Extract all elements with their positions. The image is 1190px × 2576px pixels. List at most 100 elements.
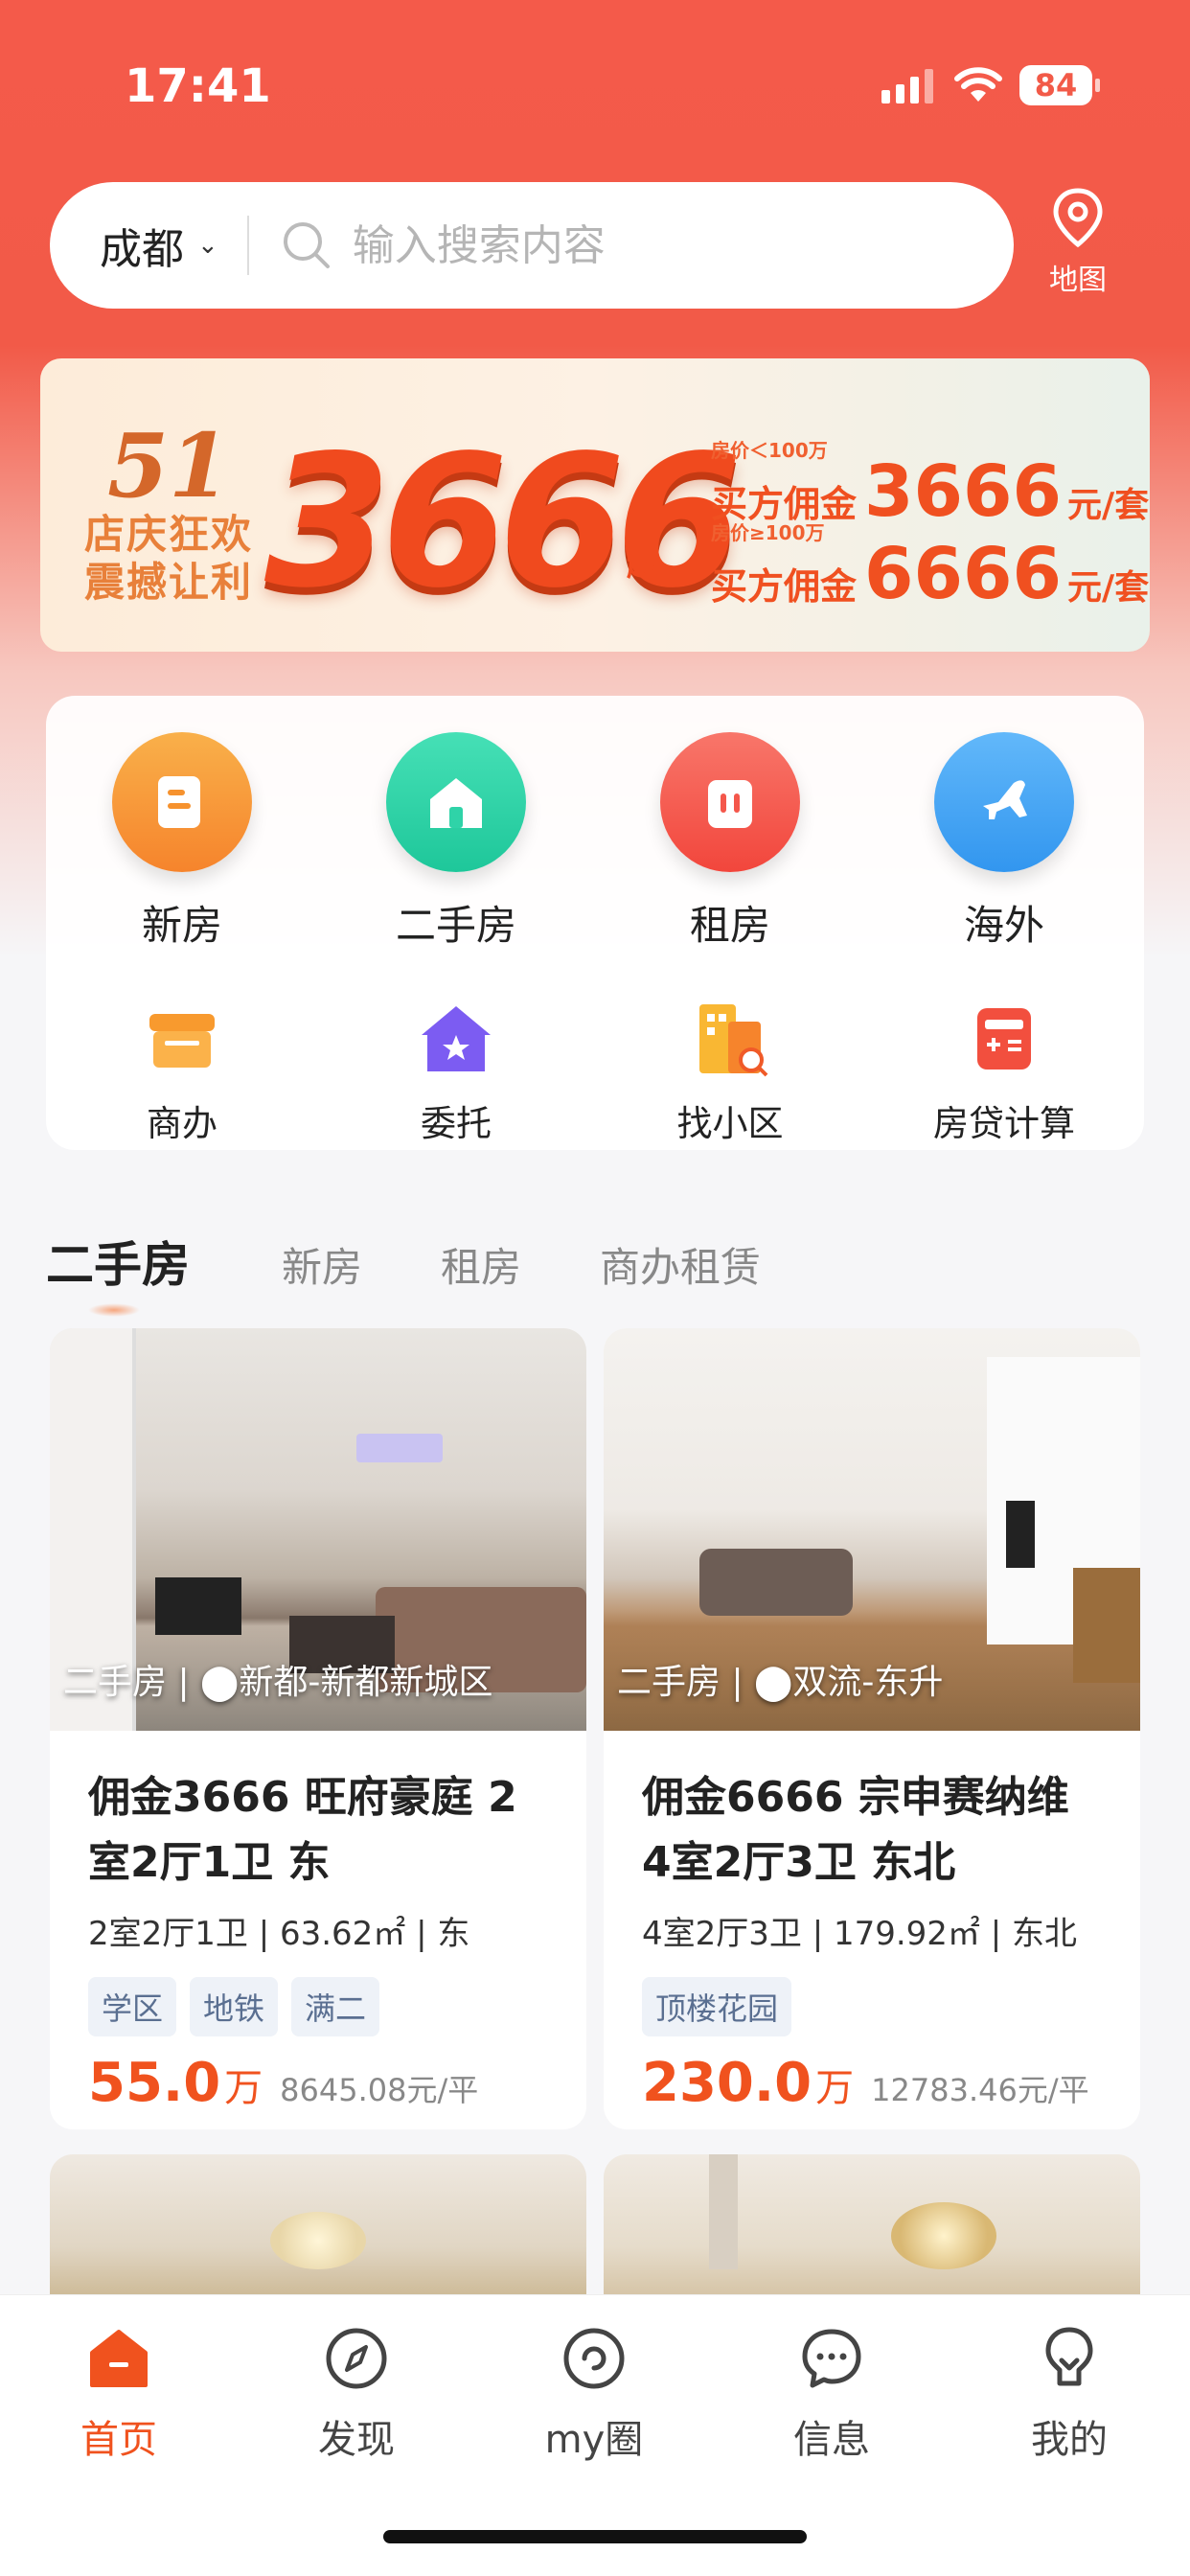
nav-label: 我的 bbox=[1031, 2418, 1108, 2462]
nav-discover[interactable]: 发现 bbox=[261, 2324, 452, 2464]
profile-icon bbox=[1045, 2327, 1093, 2386]
signal-icon bbox=[881, 67, 933, 104]
service-label: 委托 bbox=[421, 1103, 492, 1144]
tab-underline bbox=[88, 1303, 140, 1317]
building-search-icon bbox=[699, 1004, 768, 1077]
wifi-icon bbox=[954, 67, 1002, 102]
nav-label: 发现 bbox=[318, 2418, 395, 2462]
search-icon bbox=[283, 222, 330, 268]
map-button[interactable]: 地图 bbox=[1040, 187, 1116, 298]
services-card: 新房 二手房 租房 海外 商办 委托 找小区 房贷计算 bbox=[46, 696, 1144, 1150]
listing-type: 二手房 bbox=[617, 1663, 721, 1702]
status-time: 17:41 bbox=[125, 59, 271, 113]
house-icon bbox=[386, 732, 526, 872]
offer-label: 买方佣金 bbox=[711, 565, 858, 608]
map-label: 地图 bbox=[1049, 264, 1107, 297]
status-bar: 17:41 84 bbox=[0, 0, 1190, 172]
service-label: 商办 bbox=[147, 1103, 217, 1144]
service-new-home[interactable]: 新房 bbox=[86, 732, 278, 952]
listing-title: 佣金6666 宗申赛纳维 4室2厅3卫 东北 bbox=[642, 1773, 1069, 1887]
listing-price: 230.0 bbox=[642, 2052, 812, 2114]
listing-caption: 二手房 | ⬤新都-新都新城区 bbox=[63, 1663, 493, 1702]
search-input[interactable] bbox=[352, 220, 832, 270]
listing-price-row: 230.0 万 12783.46元/平 bbox=[642, 2052, 1102, 2114]
tab-commercial-lease[interactable]: 商办租赁 bbox=[600, 1235, 761, 1294]
tab-second-hand[interactable]: 二手房 bbox=[46, 1227, 190, 1317]
listing-photo-next[interactable] bbox=[50, 2154, 586, 2308]
offer-amount: 3666 bbox=[864, 450, 1062, 533]
listing-tags: 顶楼花园 bbox=[642, 1977, 1102, 2036]
offer-note: 房价＜100万 bbox=[711, 439, 828, 462]
compass-icon bbox=[326, 2328, 387, 2389]
listing-tag: 学区 bbox=[88, 1977, 177, 2036]
listing-meta: 4室2厅3卫 | 179.92㎡ | 东北 bbox=[642, 1915, 1078, 1953]
listing-price-unit: 万 bbox=[224, 2066, 263, 2110]
home-icon bbox=[90, 2330, 148, 2387]
nav-my-circle[interactable]: my圈 bbox=[498, 2324, 690, 2464]
service-label: 二手房 bbox=[395, 902, 516, 949]
service-overseas[interactable]: 海外 bbox=[908, 732, 1100, 952]
banner-big-price: 3666 bbox=[264, 416, 743, 628]
banner-qi: 起 bbox=[627, 546, 658, 583]
service-find-community[interactable]: 找小区 bbox=[615, 999, 845, 1146]
battery-icon: 84 bbox=[1019, 65, 1100, 105]
circle-icon bbox=[563, 2328, 625, 2389]
map-pin-icon bbox=[1053, 188, 1103, 248]
service-entrust[interactable]: 委托 bbox=[341, 999, 571, 1146]
nav-profile[interactable]: 我的 bbox=[973, 2324, 1165, 2464]
listing-price-row: 55.0 万 8645.08元/平 bbox=[88, 2052, 548, 2114]
banner-offer-1: 房价＜100万 买方佣金 3666 元/套 bbox=[711, 439, 1149, 533]
city-label: 成都 bbox=[100, 225, 184, 274]
chevron-down-icon: ⌄ bbox=[197, 231, 218, 260]
location-pin-icon: ⬤ bbox=[200, 1663, 240, 1702]
listing-tags: 学区 地铁 满二 bbox=[88, 1977, 548, 2036]
listing-title: 佣金3666 旺府豪庭 2室2厅1卫 东 bbox=[88, 1773, 517, 1887]
nav-label: 首页 bbox=[80, 2418, 157, 2462]
location-pin-icon: ⬤ bbox=[754, 1663, 793, 1702]
document-icon bbox=[112, 732, 252, 872]
service-label: 房贷计算 bbox=[933, 1103, 1075, 1144]
promo-banner[interactable]: 51 店庆狂欢 震撼让利 3666 起 房价＜100万 买方佣金 3666 元/… bbox=[40, 358, 1150, 652]
nav-messages[interactable]: 信息 bbox=[736, 2324, 927, 2464]
banner-tagline-2: 震撼让利 bbox=[84, 559, 254, 606]
shop-icon bbox=[149, 1014, 215, 1068]
suitcase-icon bbox=[660, 732, 800, 872]
nav-home[interactable]: 首页 bbox=[23, 2324, 215, 2464]
message-icon bbox=[802, 2329, 861, 2388]
listing-tag: 满二 bbox=[291, 1977, 380, 2036]
listing-photo-next[interactable] bbox=[604, 2154, 1140, 2308]
offer-unit: 元/套 bbox=[1066, 568, 1150, 608]
listing-photo: 二手房 | ⬤双流-东升 bbox=[604, 1328, 1140, 1731]
search-bar: 成都 ⌄ bbox=[50, 182, 1014, 309]
listing-unit-price: 12783.46元/平 bbox=[871, 2072, 1089, 2108]
city-selector[interactable]: 成都 ⌄ bbox=[100, 215, 218, 276]
nav-label: 信息 bbox=[793, 2418, 870, 2462]
service-second-hand[interactable]: 二手房 bbox=[360, 732, 552, 952]
listing-card[interactable]: 二手房 | ⬤新都-新都新城区 佣金3666 旺府豪庭 2室2厅1卫 东 2室2… bbox=[50, 1328, 586, 2129]
listing-price-unit: 万 bbox=[815, 2066, 855, 2110]
listing-location: 新都-新都新城区 bbox=[239, 1663, 493, 1702]
listing-card[interactable]: 二手房 | ⬤双流-东升 佣金6666 宗申赛纳维 4室2厅3卫 东北 4室2厅… bbox=[604, 1328, 1140, 2129]
listing-tabs: 二手房 新房 租房 商办租赁 bbox=[46, 1227, 839, 1317]
listing-price: 55.0 bbox=[88, 2052, 221, 2114]
service-rent[interactable]: 租房 bbox=[634, 732, 826, 952]
nav-label: my圈 bbox=[544, 2418, 644, 2462]
listing-photo: 二手房 | ⬤新都-新都新城区 bbox=[50, 1328, 586, 1731]
tab-rent[interactable]: 租房 bbox=[441, 1235, 521, 1294]
calculator-icon bbox=[977, 1008, 1031, 1070]
listing-meta: 2室2厅1卫 | 63.62㎡ | 东 bbox=[88, 1915, 470, 1953]
listing-unit-price: 8645.08元/平 bbox=[280, 2072, 479, 2108]
offer-amount: 6666 bbox=[864, 533, 1062, 615]
banner-offer-2: 房价≥100万 买方佣金 6666 元/套 bbox=[711, 521, 1150, 615]
listing-caption: 二手房 | ⬤双流-东升 bbox=[617, 1663, 944, 1702]
listing-tag: 地铁 bbox=[190, 1977, 279, 2036]
tab-label: 二手房 bbox=[46, 1237, 190, 1293]
listing-location: 双流-东升 bbox=[792, 1663, 944, 1702]
offer-note: 房价≥100万 bbox=[711, 521, 825, 544]
service-label: 海外 bbox=[963, 902, 1044, 949]
service-commercial[interactable]: 商办 bbox=[67, 999, 297, 1146]
service-mortgage-calc[interactable]: 房贷计算 bbox=[889, 999, 1119, 1146]
service-label: 租房 bbox=[689, 902, 770, 949]
service-label: 找小区 bbox=[676, 1103, 784, 1144]
tab-new-home[interactable]: 新房 bbox=[282, 1235, 362, 1294]
